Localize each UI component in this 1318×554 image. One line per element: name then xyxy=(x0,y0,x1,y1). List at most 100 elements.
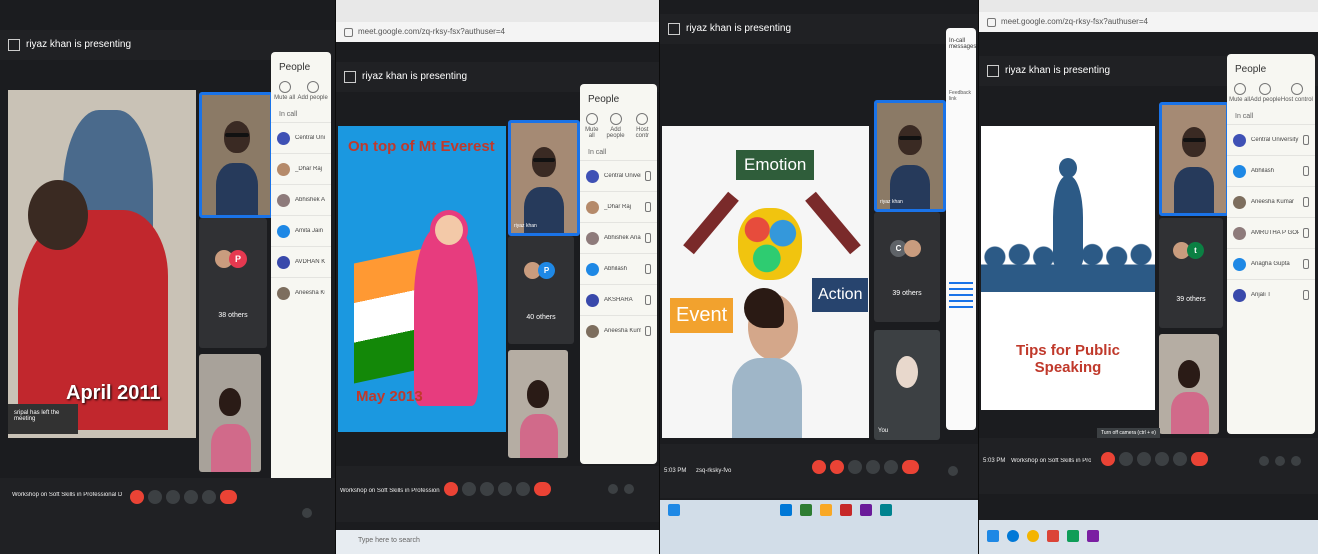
others-tile[interactable]: t 39 others xyxy=(1159,218,1223,328)
windows-start-icon[interactable] xyxy=(668,504,680,516)
shared-slide: Tips for Public Speaking xyxy=(981,126,1155,410)
self-video-tile[interactable] xyxy=(199,354,261,472)
participant-row[interactable]: Anjali T xyxy=(1227,279,1315,310)
camera-button[interactable] xyxy=(1119,452,1133,466)
host-controls-button[interactable]: Host contr xyxy=(630,113,655,139)
others-count: 39 others xyxy=(1176,296,1206,303)
info-button[interactable] xyxy=(948,466,958,476)
taskbar-app-icon[interactable] xyxy=(880,504,892,516)
captions-button[interactable] xyxy=(848,460,862,474)
participant-row[interactable]: Central University o... (You) xyxy=(1227,124,1315,155)
taskbar-search[interactable]: Type here to search xyxy=(358,537,420,544)
end-call-button[interactable] xyxy=(220,490,237,504)
chrome-icon[interactable] xyxy=(1027,530,1039,542)
participant-row[interactable]: Abhishek Anand xyxy=(271,184,331,215)
add-people-button[interactable]: Add people xyxy=(297,81,328,101)
edge-icon[interactable] xyxy=(1007,530,1019,542)
participant-row[interactable]: Aneesha Kumar xyxy=(1227,186,1315,217)
address-bar[interactable]: meet.google.com/zq-rksy-fsx?authuser=4 xyxy=(979,12,1318,32)
people-button[interactable] xyxy=(624,484,634,494)
present-button[interactable] xyxy=(1173,452,1187,466)
end-call-button[interactable] xyxy=(534,482,551,496)
participant-row[interactable]: Abhishek Anand xyxy=(580,222,657,253)
more-options-button[interactable] xyxy=(516,482,530,496)
self-video-tile[interactable] xyxy=(508,350,568,458)
participant-row[interactable]: Abhilash xyxy=(580,253,657,284)
mic-off-button[interactable] xyxy=(444,482,458,496)
participant-row[interactable]: Abhilash xyxy=(1227,155,1315,186)
self-body xyxy=(211,424,251,472)
info-button[interactable] xyxy=(302,508,312,518)
add-people-button[interactable]: Add people xyxy=(601,113,629,139)
meeting-footer: 5:03 PM zsq-rksky-fvo xyxy=(660,444,978,498)
glasses xyxy=(1183,138,1205,142)
mic-icon xyxy=(645,264,651,274)
mute-all-button[interactable]: Mute all xyxy=(274,81,295,101)
windows-taskbar xyxy=(660,500,978,554)
captions-button[interactable] xyxy=(148,490,162,504)
windows-taskbar: Type here to search xyxy=(336,530,659,554)
participant-row[interactable]: _Dhar Raj xyxy=(271,153,331,184)
raise-hand-button[interactable] xyxy=(480,482,494,496)
left-meeting-toast: sripal has left the meeting xyxy=(8,404,78,434)
raise-hand-button[interactable] xyxy=(866,460,880,474)
taskbar-app-icon[interactable] xyxy=(1067,530,1079,542)
info-button[interactable] xyxy=(1259,456,1269,466)
taskbar-app-icon[interactable] xyxy=(1087,530,1099,542)
mute-all-button[interactable]: Mute all xyxy=(1229,83,1250,103)
present-button[interactable] xyxy=(498,482,512,496)
taskbar-app-icon[interactable] xyxy=(800,504,812,516)
meet-screenshot-4: meet.google.com/zq-rksy-fsx?authuser=4 r… xyxy=(979,0,1318,554)
participant-row[interactable]: AMRUTHA P GOPALAKR... xyxy=(1227,217,1315,248)
mic-off-button[interactable] xyxy=(812,460,826,474)
photo-head xyxy=(28,180,88,250)
mic-off-button[interactable] xyxy=(1101,452,1115,466)
participant-row[interactable]: Anagha Gupta xyxy=(1227,248,1315,279)
participant-row[interactable]: Aneesha Kumar xyxy=(271,277,331,308)
present-button[interactable] xyxy=(884,460,898,474)
captions-button[interactable] xyxy=(1137,452,1151,466)
taskbar-app-icon[interactable] xyxy=(860,504,872,516)
participant-row[interactable]: AKSHARA xyxy=(580,284,657,315)
raise-hand-button[interactable] xyxy=(166,490,180,504)
mic-off-button[interactable] xyxy=(130,490,144,504)
captions-button[interactable] xyxy=(462,482,476,496)
participant-row[interactable]: Central University o... (You) xyxy=(580,160,657,191)
mute-all-button[interactable]: Mute all xyxy=(582,113,601,139)
others-tile[interactable]: P 38 others xyxy=(199,218,267,348)
participant-avatar-photo xyxy=(904,240,921,257)
taskbar-app-icon[interactable] xyxy=(840,504,852,516)
raise-hand-button[interactable] xyxy=(1155,452,1169,466)
participant-row[interactable]: _Dhar Raj xyxy=(580,191,657,222)
presenter-video-tile[interactable] xyxy=(199,92,273,218)
others-tile[interactable]: C 39 others xyxy=(874,212,940,322)
taskbar-app-icon[interactable] xyxy=(820,504,832,516)
address-bar[interactable]: meet.google.com/zq-rksy-fsx?authuser=4 xyxy=(336,22,659,42)
add-people-button[interactable]: Add people xyxy=(1250,83,1281,103)
participant-row[interactable]: Amita Jain xyxy=(271,215,331,246)
presenter-video-tile[interactable] xyxy=(1159,102,1229,216)
more-options-button[interactable] xyxy=(202,490,216,504)
windows-start-icon[interactable] xyxy=(987,530,999,542)
taskbar-app-icon[interactable] xyxy=(780,504,792,516)
info-button[interactable] xyxy=(608,484,618,494)
people-actions: Mute all Add people xyxy=(271,81,331,101)
participant-row[interactable]: Aneesha Kumar xyxy=(580,315,657,346)
participant-row[interactable]: Central University o... xyxy=(271,122,331,153)
self-video-tile[interactable]: You xyxy=(874,330,940,440)
taskbar-app-icon[interactable] xyxy=(1047,530,1059,542)
present-button[interactable] xyxy=(184,490,198,504)
host-controls-button[interactable]: Host control xyxy=(1281,83,1313,103)
end-call-button[interactable] xyxy=(902,460,919,474)
people-button[interactable] xyxy=(1275,456,1285,466)
others-tile[interactable]: P 40 others xyxy=(508,236,574,344)
presenter-video-tile[interactable]: riyaz khan xyxy=(508,120,580,236)
camera-off-button[interactable] xyxy=(830,460,844,474)
chat-button[interactable] xyxy=(1291,456,1301,466)
tile-name-label: riyaz khan xyxy=(514,223,537,229)
self-video-tile[interactable] xyxy=(1159,334,1219,434)
presenter-video-tile[interactable]: riyaz khan xyxy=(874,100,946,212)
participant-row[interactable]: AVDHAN K xyxy=(271,246,331,277)
mic-icon xyxy=(1303,166,1309,176)
end-call-button[interactable] xyxy=(1191,452,1208,466)
